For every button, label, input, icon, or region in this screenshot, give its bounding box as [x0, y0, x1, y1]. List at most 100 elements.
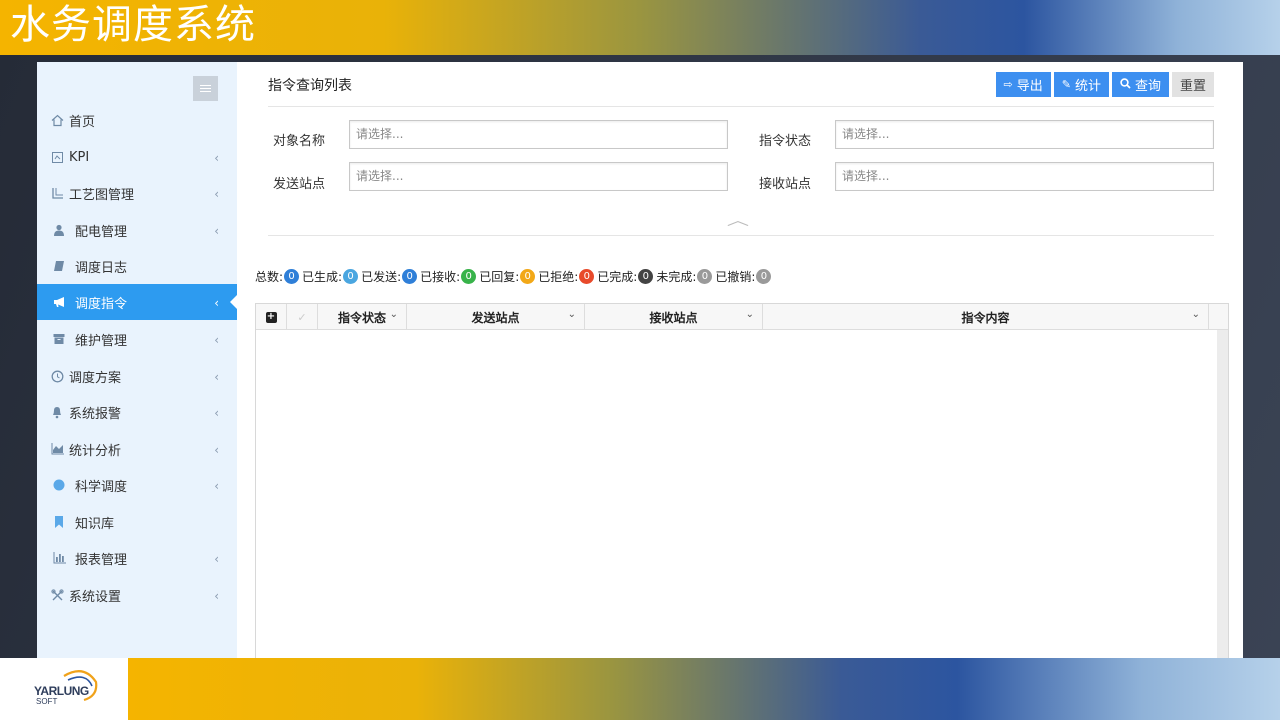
- chevron-down-icon[interactable]: ⌄: [568, 309, 576, 320]
- tools-icon: [50, 588, 64, 602]
- stat-label: 未完成:: [656, 270, 697, 284]
- sidebar-item-kpi[interactable]: KPI ‹: [37, 139, 237, 175]
- stat-revoked: 已撤销: 0: [715, 268, 774, 285]
- sidebar-item-power[interactable]: 配电管理 ‹: [37, 212, 237, 248]
- bar-chart-icon: [52, 551, 66, 565]
- sidebar-item-report[interactable]: 报表管理 ‹: [37, 540, 237, 576]
- chevron-up-icon[interactable]: ︿: [727, 210, 749, 230]
- sidebar-item-science-dispatch[interactable]: 科学调度 ‹: [37, 467, 237, 503]
- toolbar: ⇨ 导出 ✎ 统计 查询 重置: [995, 72, 1214, 97]
- sidebar-item-maintenance[interactable]: 维护管理 ‹: [37, 321, 237, 357]
- page-title: 指令查询列表: [268, 78, 352, 94]
- sidebar-item-home[interactable]: 首页: [37, 102, 237, 138]
- query-label: 查询: [1134, 78, 1161, 93]
- circle-icon: [52, 478, 66, 492]
- send-station-field[interactable]: 请选择...: [349, 162, 728, 191]
- stat-replied: 已回复: 0: [479, 268, 538, 285]
- stat-label: 已撤销:: [715, 270, 756, 284]
- column-label: 接收站点: [649, 310, 698, 325]
- receive-station-field[interactable]: 请选择...: [835, 162, 1214, 191]
- object-name-field[interactable]: 请选择...: [349, 120, 728, 149]
- chevron-left-icon: ‹: [214, 479, 219, 493]
- sidebar-item-dispatch-log[interactable]: 调度日志: [37, 248, 237, 284]
- count-badge: 0: [579, 269, 595, 284]
- chevron-left-icon: ‹: [214, 151, 219, 165]
- area-chart-icon: [50, 442, 64, 456]
- sidebar-item-label: 维护管理: [75, 333, 128, 349]
- sidebar-item-label: 知识库: [75, 516, 115, 532]
- sidebar-toggle-icon[interactable]: [193, 76, 218, 101]
- object-name-label: 对象名称: [273, 134, 326, 149]
- count-badge: 0: [284, 269, 300, 284]
- column-header-receive-station[interactable]: 接收站点 ⌄: [585, 304, 763, 330]
- footer-banner: [128, 658, 1280, 720]
- sidebar-item-dispatch-command[interactable]: 调度指令 ‹: [37, 284, 238, 320]
- chevron-left-icon: ‹: [214, 443, 219, 457]
- column-header-content[interactable]: 指令内容 ⌄: [763, 304, 1209, 330]
- sidebar-item-label: KPI: [69, 149, 90, 165]
- select-all-checkbox[interactable]: ✓: [287, 304, 318, 330]
- command-status-field[interactable]: 请选择...: [835, 120, 1214, 149]
- stat-generated: 已生成: 0: [302, 268, 361, 285]
- chevron-left-icon: ‹: [214, 552, 219, 566]
- count-badge: 0: [461, 269, 477, 284]
- sidebar-item-label: 统计分析: [69, 443, 122, 459]
- bell-icon: [50, 405, 64, 419]
- chevron-down-icon[interactable]: ⌄: [390, 309, 398, 320]
- main-content: 指令查询列表 ⇨ 导出 ✎ 统计 查询 重置 对象名称 请选择... 指令状态 …: [237, 62, 1243, 658]
- sidebar: 首页 KPI ‹ 工艺图管理 ‹ 配电管理 ‹ 调度日志 调度指令 ‹ 维护管理…: [37, 62, 238, 658]
- reset-button[interactable]: 重置: [1171, 72, 1214, 97]
- column-label: 发送站点: [471, 310, 520, 325]
- sidebar-item-statistics[interactable]: 统计分析 ‹: [37, 431, 237, 467]
- vertical-scrollbar[interactable]: [1217, 330, 1228, 658]
- archive-icon: [52, 332, 66, 346]
- chevron-left-icon: ‹: [214, 187, 219, 201]
- sidebar-item-knowledge-base[interactable]: 知识库: [37, 504, 237, 540]
- bullhorn-icon: [52, 295, 66, 309]
- sidebar-item-label: 工艺图管理: [69, 187, 135, 203]
- sidebar-item-label: 调度指令: [75, 296, 128, 312]
- sidebar-item-label: 科学调度: [75, 479, 128, 495]
- count-badge: 0: [520, 269, 536, 284]
- logo-name: YARLUNG: [34, 684, 89, 698]
- chevron-left-icon: ‹: [214, 589, 219, 603]
- stat-label: 已回复:: [479, 270, 520, 284]
- count-badge: 0: [756, 269, 772, 284]
- stat-label: 已发送:: [361, 270, 402, 284]
- count-badge: 0: [343, 269, 359, 284]
- sidebar-item-alarm[interactable]: 系统报警 ‹: [37, 394, 237, 430]
- stat-label: 已接收:: [420, 270, 461, 284]
- sidebar-item-dispatch-plan[interactable]: 调度方案 ‹: [37, 358, 237, 394]
- chevron-down-icon[interactable]: ⌄: [746, 309, 754, 320]
- query-button[interactable]: 查询: [1111, 72, 1169, 97]
- count-badge: 0: [697, 269, 713, 284]
- chevron-left-icon: ‹: [214, 333, 219, 347]
- stats-button[interactable]: ✎ 统计: [1053, 72, 1109, 97]
- count-badge: 0: [402, 269, 418, 284]
- plus-square-icon: +: [265, 310, 277, 323]
- pencil-icon: ✎: [1061, 79, 1071, 91]
- column-header-send-station[interactable]: 发送站点 ⌄: [407, 304, 585, 330]
- search-icon: [1120, 77, 1131, 92]
- sign-out-icon: ⇨: [1003, 79, 1013, 91]
- export-label: 导出: [1016, 78, 1043, 93]
- process-diagram-icon: [50, 186, 64, 200]
- command-status-label: 指令状态: [759, 134, 812, 149]
- stat-label: 已拒绝:: [538, 270, 579, 284]
- stat-incomplete: 未完成: 0: [656, 268, 715, 285]
- status-summary: 总数: 0 已生成: 0 已发送: 0 已接收: 0 已回复: 0 已拒绝: 0 已完成: 0…: [255, 268, 774, 285]
- kpi-icon: [50, 150, 64, 164]
- column-label: 指令状态: [337, 310, 386, 325]
- expand-all-button[interactable]: +: [256, 304, 287, 330]
- sidebar-item-label: 系统报警: [69, 406, 122, 422]
- stat-label: 总数:: [255, 270, 284, 284]
- chevron-down-icon[interactable]: ⌄: [1192, 309, 1200, 320]
- sidebar-item-label: 调度日志: [75, 260, 128, 276]
- app-title: 水务调度系统: [10, 2, 256, 48]
- sidebar-item-label: 系统设置: [69, 589, 122, 605]
- sidebar-item-process-diagram[interactable]: 工艺图管理 ‹: [37, 175, 237, 211]
- export-button[interactable]: ⇨ 导出: [995, 72, 1051, 97]
- sidebar-item-settings[interactable]: 系统设置 ‹: [37, 577, 237, 613]
- chevron-left-icon: ‹: [214, 296, 219, 310]
- column-header-status[interactable]: 指令状态 ⌄: [318, 304, 407, 330]
